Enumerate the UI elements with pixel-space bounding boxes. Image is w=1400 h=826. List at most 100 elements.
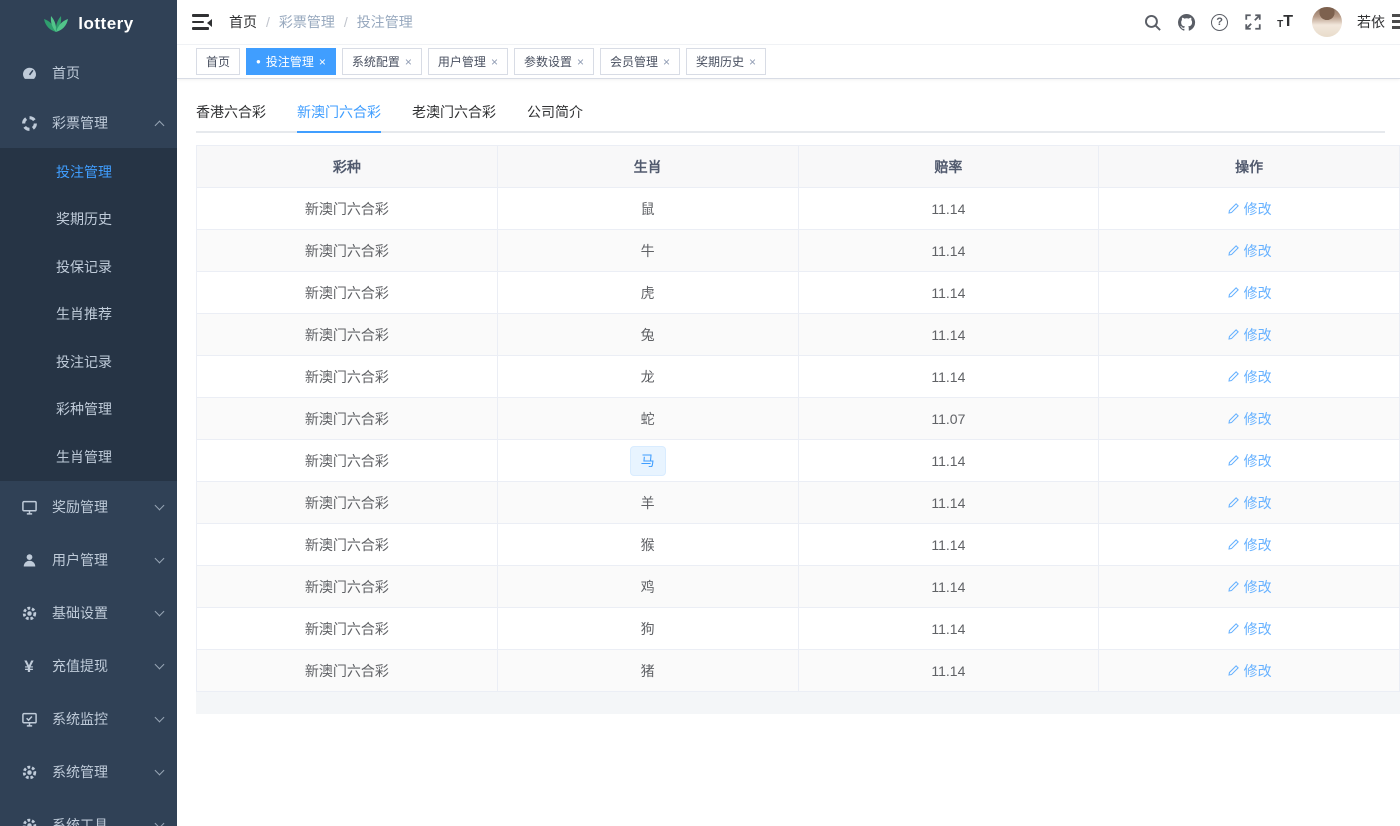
edit-button[interactable]: 修改 [1227,241,1272,261]
edit-label: 修改 [1244,283,1272,303]
tag-draw-history[interactable]: 奖期历史 × [686,48,766,75]
sidebar-item-label: 系统监控 [52,709,156,729]
t-big-glyph: T [1283,14,1293,30]
odds-cell: 11.14 [798,566,1099,608]
tab-old-macau-lottery[interactable]: 老澳门六合彩 [412,93,496,133]
edit-icon [1227,454,1240,467]
username[interactable]: 若依 [1357,12,1385,32]
yen-icon: ¥ [20,657,38,675]
submenu-item-insure-records[interactable]: 投保记录 [0,243,177,291]
tab-hongkong-lottery[interactable]: 香港六合彩 [196,93,266,133]
edit-label: 修改 [1244,493,1272,513]
sidebar-item-label: 系统工具 [52,815,156,826]
github-icon[interactable] [1177,13,1196,32]
sidebar-item-reward-management[interactable]: 奖励管理 [0,481,177,534]
sidebar-item-basic-settings[interactable]: 基础设置 [0,587,177,640]
submenu-item-lottery-type[interactable]: 彩种管理 [0,386,177,434]
more-menu-icon[interactable] [1392,14,1400,30]
close-icon[interactable]: × [663,56,670,68]
edit-button[interactable]: 修改 [1227,367,1272,387]
edit-label: 修改 [1244,535,1272,555]
sidebar-item-label: 彩票管理 [52,113,156,133]
zodiac-cell: 牛 [497,230,798,272]
avatar[interactable] [1312,7,1342,37]
close-icon[interactable]: × [405,56,412,68]
tag-bet-management[interactable]: ● 投注管理 × [246,48,336,75]
submenu-item-bet-records[interactable]: 投注记录 [0,338,177,386]
edit-button[interactable]: 修改 [1227,451,1272,471]
font-size-icon[interactable]: TT [1277,14,1293,30]
tag-home[interactable]: 首页 [196,48,240,75]
sidebar-item-user-management[interactable]: 用户管理 [0,534,177,587]
monitor-check-icon [20,710,38,728]
edit-icon [1227,622,1240,635]
tab-new-macau-lottery[interactable]: 新澳门六合彩 [297,93,381,133]
edit-button[interactable]: 修改 [1227,493,1272,513]
lottery-cell: 新澳门六合彩 [197,230,498,272]
app-logo[interactable]: lottery [0,0,177,48]
edit-button[interactable]: 修改 [1227,283,1272,303]
lottery-cell: 新澳门六合彩 [197,608,498,650]
edit-label: 修改 [1244,325,1272,345]
breadcrumb-lottery-management[interactable]: 彩票管理 [279,12,335,32]
edit-button[interactable]: 修改 [1227,199,1272,219]
tag-system-config[interactable]: 系统配置 × [342,48,422,75]
submenu-label: 投保记录 [56,257,112,277]
close-icon[interactable]: × [577,56,584,68]
sidebar-item-home[interactable]: 首页 [0,48,177,98]
sidebar-collapse-icon[interactable] [192,14,212,30]
zodiac-cell: 蛇 [497,398,798,440]
breadcrumb-home[interactable]: 首页 [229,12,257,32]
help-icon[interactable]: ? [1211,14,1228,31]
lottery-cell: 新澳门六合彩 [197,524,498,566]
edit-button[interactable]: 修改 [1227,661,1272,681]
lottery-cell: 新澳门六合彩 [197,356,498,398]
submenu-item-zodiac-recommend[interactable]: 生肖推荐 [0,291,177,339]
close-icon[interactable]: × [491,56,498,68]
edit-icon [1227,328,1240,341]
submenu-item-bet-management[interactable]: 投注管理 [0,148,177,196]
zodiac-badge-selected[interactable]: 马 [630,446,666,476]
sidebar-item-system-tools[interactable]: 系统工具 [0,799,177,826]
main-area: 首页 / 彩票管理 / 投注管理 ? TT 若依 [177,0,1400,826]
tag-label: 系统配置 [352,53,400,70]
tag-user-management[interactable]: 用户管理 × [428,48,508,75]
lottery-cell: 新澳门六合彩 [197,314,498,356]
tag-label: 奖期历史 [696,53,744,70]
sidebar-item-system-monitor[interactable]: 系统监控 [0,693,177,746]
edit-button[interactable]: 修改 [1227,577,1272,597]
close-icon[interactable]: × [319,56,326,68]
lottery-cell: 新澳门六合彩 [197,482,498,524]
sidebar-item-lottery-management[interactable]: 彩票管理 [0,98,177,148]
tag-parameter-settings[interactable]: 参数设置 × [514,48,594,75]
sidebar-item-label: 用户管理 [52,550,156,570]
column-header-actions: 操作 [1099,146,1400,188]
edit-button[interactable]: 修改 [1227,619,1272,639]
table-row: 新澳门六合彩 羊 11.14 修改 [197,482,1400,524]
tags-view-bar: 首页 ● 投注管理 × 系统配置 × 用户管理 × 参数设置 × 会员管理 × … [177,45,1400,79]
lottery-cell: 新澳门六合彩 [197,650,498,692]
chevron-down-icon [155,659,165,669]
edit-label: 修改 [1244,409,1272,429]
edit-button[interactable]: 修改 [1227,535,1272,555]
fullscreen-icon[interactable] [1243,13,1262,32]
edit-icon [1227,496,1240,509]
odds-cell: 11.14 [798,230,1099,272]
tag-label: 首页 [206,53,230,70]
submenu-item-draw-history[interactable]: 奖期历史 [0,196,177,244]
edit-icon [1227,244,1240,257]
sidebar-item-system-management[interactable]: 系统管理 [0,746,177,799]
tag-member-management[interactable]: 会员管理 × [600,48,680,75]
edit-button[interactable]: 修改 [1227,409,1272,429]
search-icon[interactable] [1143,13,1162,32]
edit-label: 修改 [1244,661,1272,681]
chevron-down-icon [155,765,165,775]
lottery-cell: 新澳门六合彩 [197,566,498,608]
submenu-item-zodiac-management[interactable]: 生肖管理 [0,433,177,481]
odds-cell: 11.14 [798,482,1099,524]
close-icon[interactable]: × [749,56,756,68]
submenu-label: 奖期历史 [56,209,112,229]
edit-button[interactable]: 修改 [1227,325,1272,345]
tab-company-intro[interactable]: 公司简介 [527,93,583,133]
sidebar-item-recharge-withdraw[interactable]: ¥ 充值提现 [0,640,177,693]
